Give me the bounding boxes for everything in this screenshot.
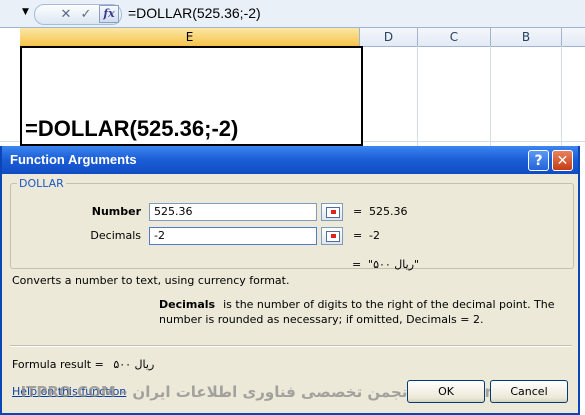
number-range-picker-icon[interactable] bbox=[321, 203, 343, 221]
column-header-b[interactable]: B bbox=[491, 28, 562, 47]
name-box-dropdown-icon[interactable]: ▼ bbox=[22, 6, 32, 18]
argument-help-text: is the number of digits to the right of … bbox=[159, 298, 555, 326]
help-icon[interactable]: ? bbox=[528, 150, 549, 171]
insert-function-button[interactable]: fx bbox=[99, 5, 119, 23]
cancel-button[interactable]: Cancel bbox=[490, 380, 568, 403]
ok-button[interactable]: OK bbox=[407, 380, 485, 403]
active-cell-text: =DOLLAR(525.36;-2) bbox=[25, 116, 239, 141]
column-header-c[interactable]: C bbox=[418, 28, 491, 47]
formula-result-value: ریال ۵۰۰ bbox=[113, 358, 155, 371]
decimals-range-picker-icon[interactable] bbox=[321, 227, 343, 245]
decimals-input[interactable]: -2 bbox=[149, 227, 317, 245]
number-equals: = bbox=[353, 205, 363, 218]
function-result-value: "ریال ۵۰۰" bbox=[368, 258, 420, 271]
formula-result: Formula result = ریال ۵۰۰ bbox=[12, 358, 154, 371]
number-input[interactable]: 525.36 bbox=[149, 203, 317, 221]
argument-help-name: Decimals bbox=[159, 298, 216, 311]
active-cell[interactable]: =DOLLAR(525.36;-2) bbox=[20, 46, 363, 146]
close-icon[interactable]: ✕ bbox=[552, 150, 573, 171]
column-header-d[interactable]: D bbox=[360, 28, 418, 47]
arguments-group: DOLLAR Number 525.36 = 525.36 Decimals -… bbox=[10, 177, 574, 269]
decimals-result: -2 bbox=[369, 229, 380, 242]
formula-bar: ▼ ✕ ✓ fx =DOLLAR(525.36;-2) bbox=[0, 0, 585, 28]
function-arguments-dialog: Function Arguments ? ✕ DOLLAR Number 525… bbox=[0, 146, 580, 415]
formula-result-label: Formula result = bbox=[12, 358, 104, 371]
dialog-title: Function Arguments bbox=[10, 152, 137, 167]
enter-formula-icon[interactable]: ✓ bbox=[77, 6, 95, 23]
dialog-titlebar[interactable]: Function Arguments ? ✕ bbox=[2, 146, 578, 174]
formula-input[interactable]: =DOLLAR(525.36;-2) bbox=[128, 5, 261, 21]
decimals-equals: = bbox=[353, 229, 363, 242]
column-header-partial bbox=[562, 28, 585, 47]
argument-help: Decimals is the number of digits to the r… bbox=[159, 297, 579, 327]
grid-line bbox=[561, 46, 562, 156]
number-result: 525.36 bbox=[369, 205, 408, 218]
grid-line bbox=[417, 46, 418, 156]
grid-line bbox=[490, 46, 491, 156]
number-label: Number bbox=[91, 205, 141, 218]
cancel-formula-icon[interactable]: ✕ bbox=[57, 6, 75, 23]
function-result-equals: = bbox=[352, 258, 362, 271]
column-header-e[interactable]: E bbox=[20, 28, 360, 47]
function-description: Converts a number to text, using currenc… bbox=[12, 274, 290, 287]
divider bbox=[10, 345, 572, 347]
decimals-label: Decimals bbox=[90, 229, 141, 242]
function-name: DOLLAR bbox=[17, 177, 66, 190]
